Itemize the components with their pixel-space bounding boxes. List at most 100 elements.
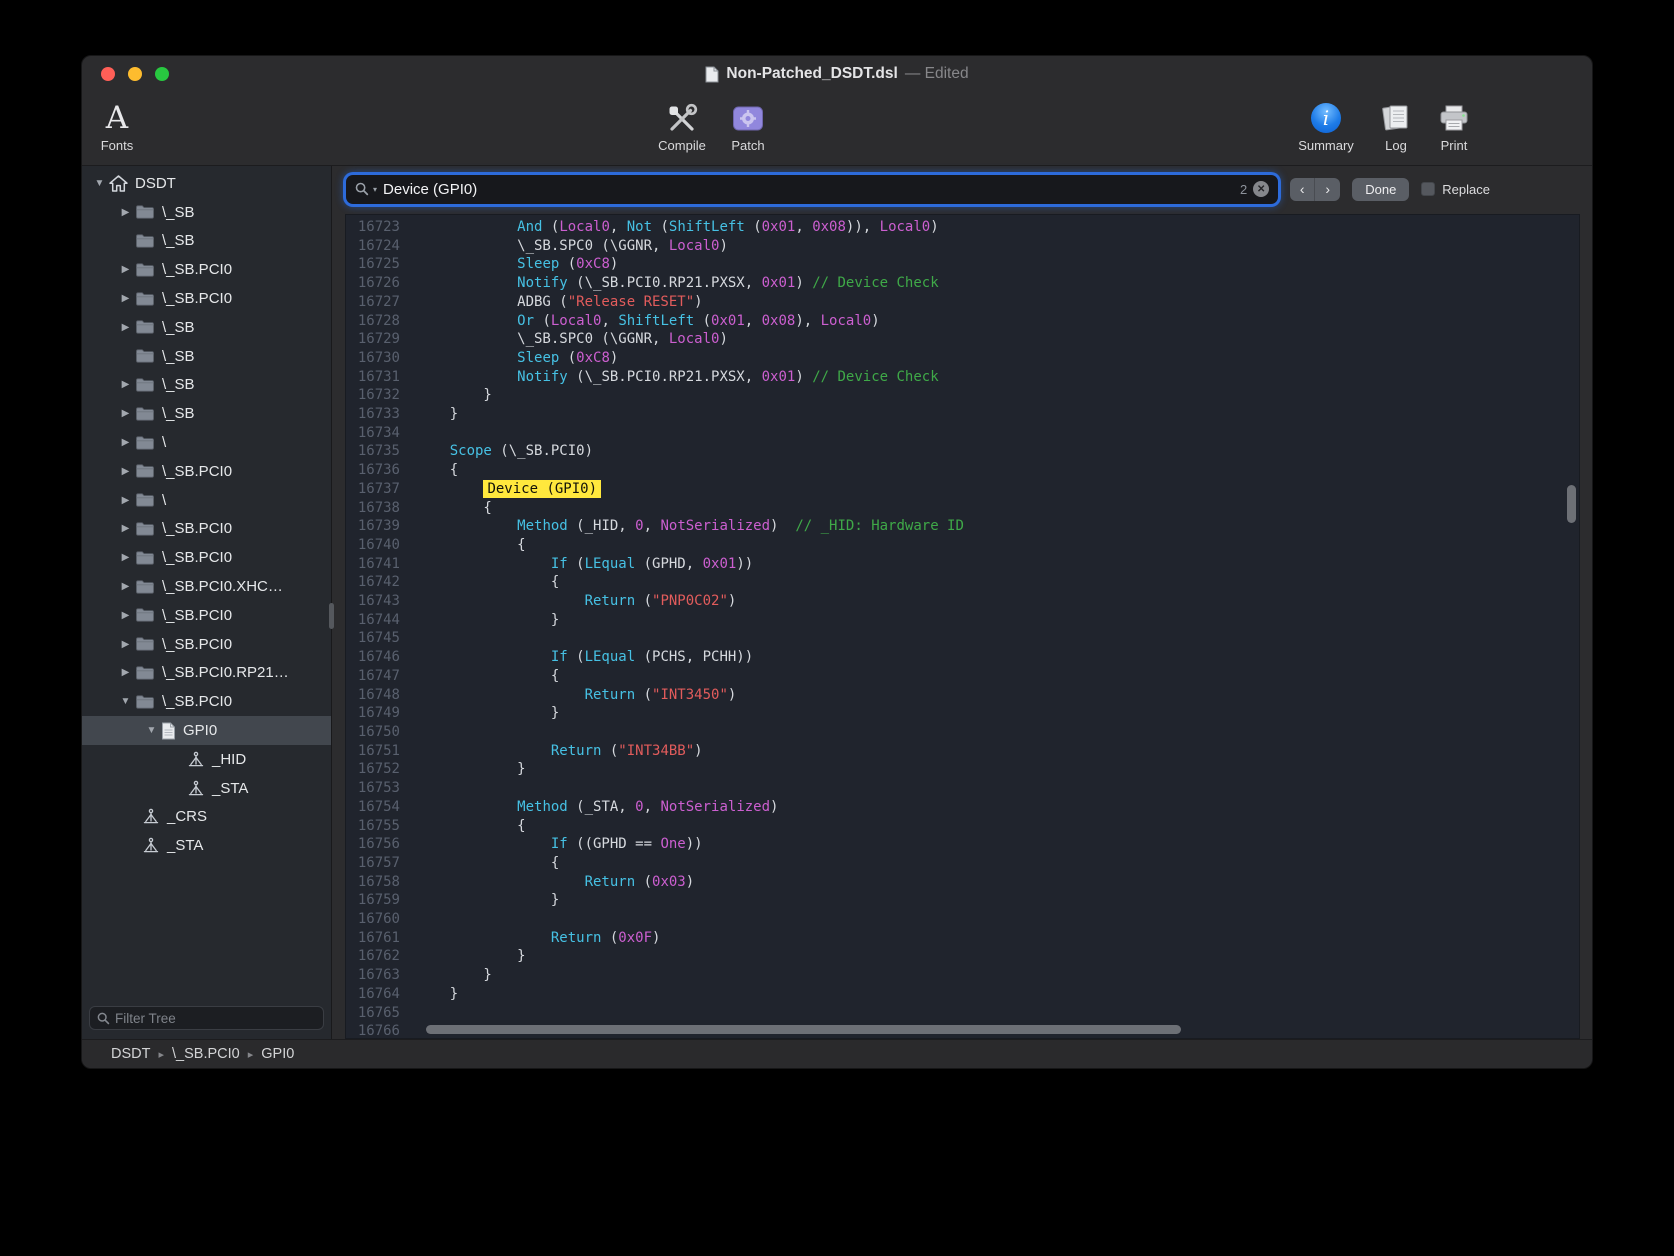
next-match-button[interactable]: ›	[1315, 178, 1340, 201]
disclosure-open-icon[interactable]: ▼	[116, 696, 135, 707]
find-query-input[interactable]	[383, 181, 1234, 198]
breadcrumb-item[interactable]: GPI0	[261, 1046, 294, 1062]
tree-item-_sb[interactable]: ▶\_SB	[82, 198, 331, 227]
disclosure-closed-icon[interactable]: ▶	[116, 667, 135, 678]
code-text[interactable]	[406, 910, 1579, 929]
code-text[interactable]: If ((GPHD == One))	[406, 835, 1579, 854]
code-text[interactable]: Method (_HID, 0, NotSerialized) // _HID:…	[406, 517, 1579, 536]
disclosure-closed-icon[interactable]: ▶	[116, 379, 135, 390]
tree-item-_sbpci0rp21[interactable]: ▶\_SB.PCI0.RP21…	[82, 659, 331, 688]
pane-splitter-handle[interactable]	[329, 603, 334, 629]
fonts-button[interactable]: A Fonts	[81, 99, 155, 153]
tree-item-_sbpci0[interactable]: ▶\_SB.PCI0	[82, 630, 331, 659]
code-text[interactable]	[406, 424, 1579, 443]
tree-item-_sb[interactable]: ▶\_SB	[82, 399, 331, 428]
disclosure-closed-icon[interactable]: ▶	[116, 293, 135, 304]
code-text[interactable]: Return ("PNP0C02")	[406, 592, 1579, 611]
tree-item-dsdt[interactable]: ▼DSDT	[82, 169, 331, 198]
code-text[interactable]: }	[406, 947, 1579, 966]
disclosure-closed-icon[interactable]: ▶	[116, 523, 135, 534]
filter-tree-input[interactable]	[115, 1011, 316, 1026]
done-button[interactable]: Done	[1352, 178, 1409, 201]
tree-item-_hid[interactable]: _HID	[82, 745, 331, 774]
tree-item-_sbpci0[interactable]: ▶\_SB.PCI0	[82, 601, 331, 630]
disclosure-open-icon[interactable]: ▼	[90, 178, 109, 189]
tree-item-gpi0[interactable]: ▼GPI0	[82, 716, 331, 745]
code-text[interactable]: Return (0x0F)	[406, 929, 1579, 948]
minimize-button[interactable]	[128, 67, 142, 81]
code-text[interactable]: ADBG ("Release RESET")	[406, 293, 1579, 312]
breadcrumb-item[interactable]: DSDT	[111, 1046, 150, 1062]
code-text[interactable]: And (Local0, Not (ShiftLeft (0x01, 0x08)…	[406, 218, 1579, 237]
code-text[interactable]	[406, 723, 1579, 742]
zoom-button[interactable]	[155, 67, 169, 81]
code-text[interactable]	[406, 779, 1579, 798]
code-text[interactable]: }	[406, 704, 1579, 723]
code-text[interactable]: Return ("INT34BB")	[406, 742, 1579, 761]
tree-item-_sb[interactable]: ▶\_SB	[82, 371, 331, 400]
code-text[interactable]: }	[406, 405, 1579, 424]
disclosure-closed-icon[interactable]: ▶	[116, 495, 135, 506]
disclosure-closed-icon[interactable]: ▶	[116, 322, 135, 333]
code-text[interactable]: Return (0x03)	[406, 873, 1579, 892]
code-text[interactable]: Method (_STA, 0, NotSerialized)	[406, 798, 1579, 817]
code-text[interactable]: }	[406, 760, 1579, 779]
code-text[interactable]	[406, 629, 1579, 648]
filter-tree-field[interactable]	[89, 1006, 324, 1030]
code-text[interactable]: {	[406, 854, 1579, 873]
code-text[interactable]: {	[406, 667, 1579, 686]
print-button[interactable]: Print	[1416, 99, 1492, 153]
tree-item-_sta[interactable]: _STA	[82, 774, 331, 803]
code-text[interactable]: If (LEqual (PCHS, PCHH))	[406, 648, 1579, 667]
tree-item-_sb[interactable]: \_SB	[82, 342, 331, 371]
code-text[interactable]: }	[406, 966, 1579, 985]
code-text[interactable]: Return ("INT3450")	[406, 686, 1579, 705]
disclosure-closed-icon[interactable]: ▶	[116, 437, 135, 448]
tree-item-_sbpci0[interactable]: ▼\_SB.PCI0	[82, 687, 331, 716]
disclosure-closed-icon[interactable]: ▶	[116, 264, 135, 275]
tree-item-_sta[interactable]: _STA	[82, 831, 331, 860]
disclosure-closed-icon[interactable]: ▶	[116, 639, 135, 650]
tree-item-_sbpci0[interactable]: ▶\_SB.PCI0	[82, 543, 331, 572]
code-text[interactable]: }	[406, 891, 1579, 910]
clear-search-icon[interactable]: ✕	[1253, 181, 1269, 197]
tree-item-_sb[interactable]: \_SB	[82, 227, 331, 256]
previous-match-button[interactable]: ‹	[1290, 178, 1315, 201]
code-text[interactable]: {	[406, 573, 1579, 592]
disclosure-open-icon[interactable]: ▼	[142, 725, 161, 736]
patch-button[interactable]: Patch	[710, 99, 786, 153]
breadcrumb-item[interactable]: \_SB.PCI0	[172, 1046, 240, 1062]
code-text[interactable]: Or (Local0, ShiftLeft (0x01, 0x08), Loca…	[406, 312, 1579, 331]
code-text[interactable]: {	[406, 817, 1579, 836]
disclosure-closed-icon[interactable]: ▶	[116, 610, 135, 621]
tree-item-_sbpci0[interactable]: ▶\_SB.PCI0	[82, 457, 331, 486]
code-text[interactable]: Device (GPI0)	[406, 480, 1579, 499]
tree-item-_sbpci0[interactable]: ▶\_SB.PCI0	[82, 284, 331, 313]
document-proxy-icon[interactable]	[705, 66, 719, 83]
disclosure-closed-icon[interactable]: ▶	[116, 466, 135, 477]
code-text[interactable]: \_SB.SPC0 (\GGNR, Local0)	[406, 237, 1579, 256]
code-text[interactable]: {	[406, 461, 1579, 480]
code-editor[interactable]: 16723 And (Local0, Not (ShiftLeft (0x01,…	[345, 214, 1580, 1039]
code-text[interactable]: If (LEqual (GPHD, 0x01))	[406, 555, 1579, 574]
find-search-field[interactable]: ▾ 2 ✕	[346, 175, 1278, 204]
tree-item-_sbpci0[interactable]: ▶\_SB.PCI0	[82, 515, 331, 544]
tree-item-_sb[interactable]: ▶\_SB	[82, 313, 331, 342]
code-text[interactable]: }	[406, 985, 1579, 1004]
tree-item-_sbpci0xhc[interactable]: ▶\_SB.PCI0.XHC…	[82, 572, 331, 601]
code-text[interactable]: Sleep (0xC8)	[406, 349, 1579, 368]
code-text[interactable]: }	[406, 386, 1579, 405]
tree-item-_crs[interactable]: _CRS	[82, 803, 331, 832]
code-text[interactable]: {	[406, 536, 1579, 555]
horizontal-scrollbar-thumb[interactable]	[426, 1025, 1181, 1034]
close-button[interactable]	[101, 67, 115, 81]
chevron-down-icon[interactable]: ▾	[373, 185, 377, 194]
code-text[interactable]: \_SB.SPC0 (\GGNR, Local0)	[406, 330, 1579, 349]
code-text[interactable]: }	[406, 611, 1579, 630]
code-text[interactable]: Scope (\_SB.PCI0)	[406, 442, 1579, 461]
disclosure-closed-icon[interactable]: ▶	[116, 207, 135, 218]
vertical-scrollbar-thumb[interactable]	[1567, 485, 1576, 523]
disclosure-closed-icon[interactable]: ▶	[116, 408, 135, 419]
tree-item-[interactable]: ▶\	[82, 486, 331, 515]
replace-checkbox[interactable]	[1421, 182, 1435, 196]
